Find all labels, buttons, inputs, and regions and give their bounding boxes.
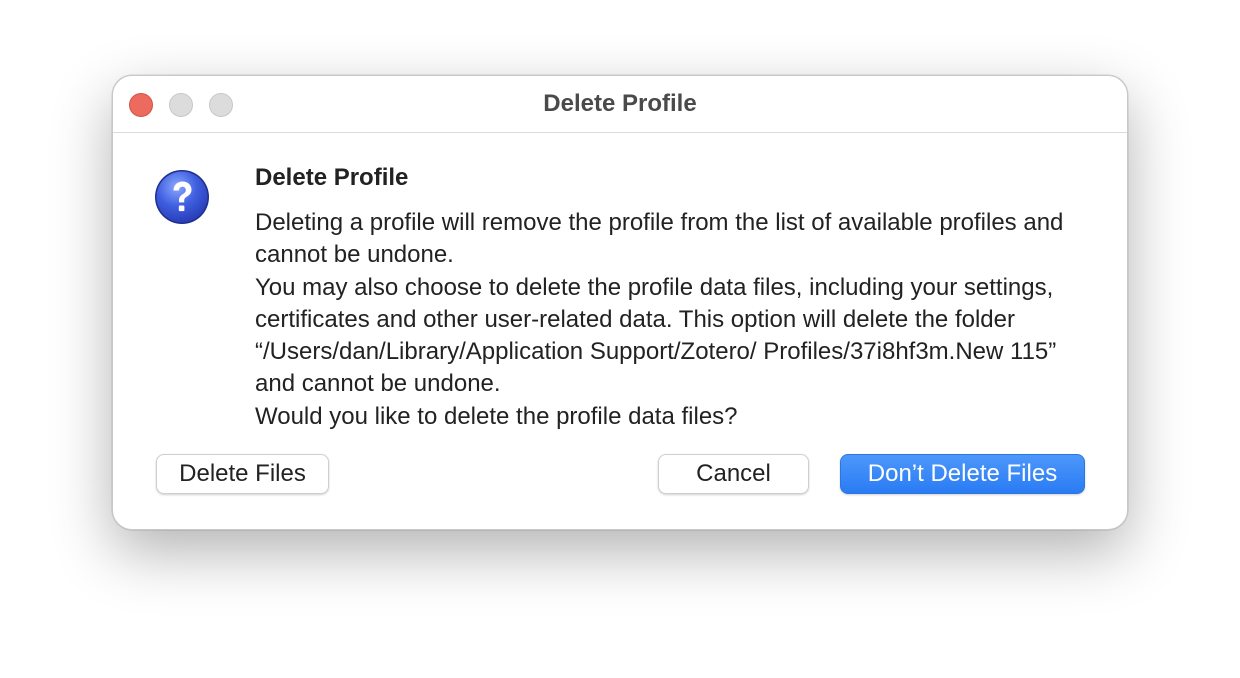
question-icon bbox=[155, 170, 209, 224]
delete-profile-dialog: Delete Profile Delete Profile Deleting a… bbox=[112, 75, 1128, 530]
window-title: Delete Profile bbox=[543, 90, 697, 117]
dont-delete-files-button[interactable]: Don’t Delete Files bbox=[840, 454, 1085, 494]
dialog-heading: Delete Profile bbox=[255, 164, 409, 191]
minimize-window-button[interactable] bbox=[169, 93, 193, 117]
message-paragraph: Deleting a profile will remove the profi… bbox=[255, 209, 1064, 269]
title-bar: Delete Profile bbox=[113, 76, 1127, 133]
dialog-message: Deleting a profile will remove the profi… bbox=[255, 207, 1085, 433]
message-paragraph: You may also choose to delete the profil… bbox=[255, 273, 1057, 398]
delete-files-button[interactable]: Delete Files bbox=[156, 454, 329, 494]
zoom-window-button[interactable] bbox=[209, 93, 233, 117]
message-paragraph: Would you like to delete the profile dat… bbox=[255, 402, 738, 430]
cancel-button[interactable]: Cancel bbox=[658, 454, 809, 494]
close-window-button[interactable] bbox=[129, 93, 153, 117]
